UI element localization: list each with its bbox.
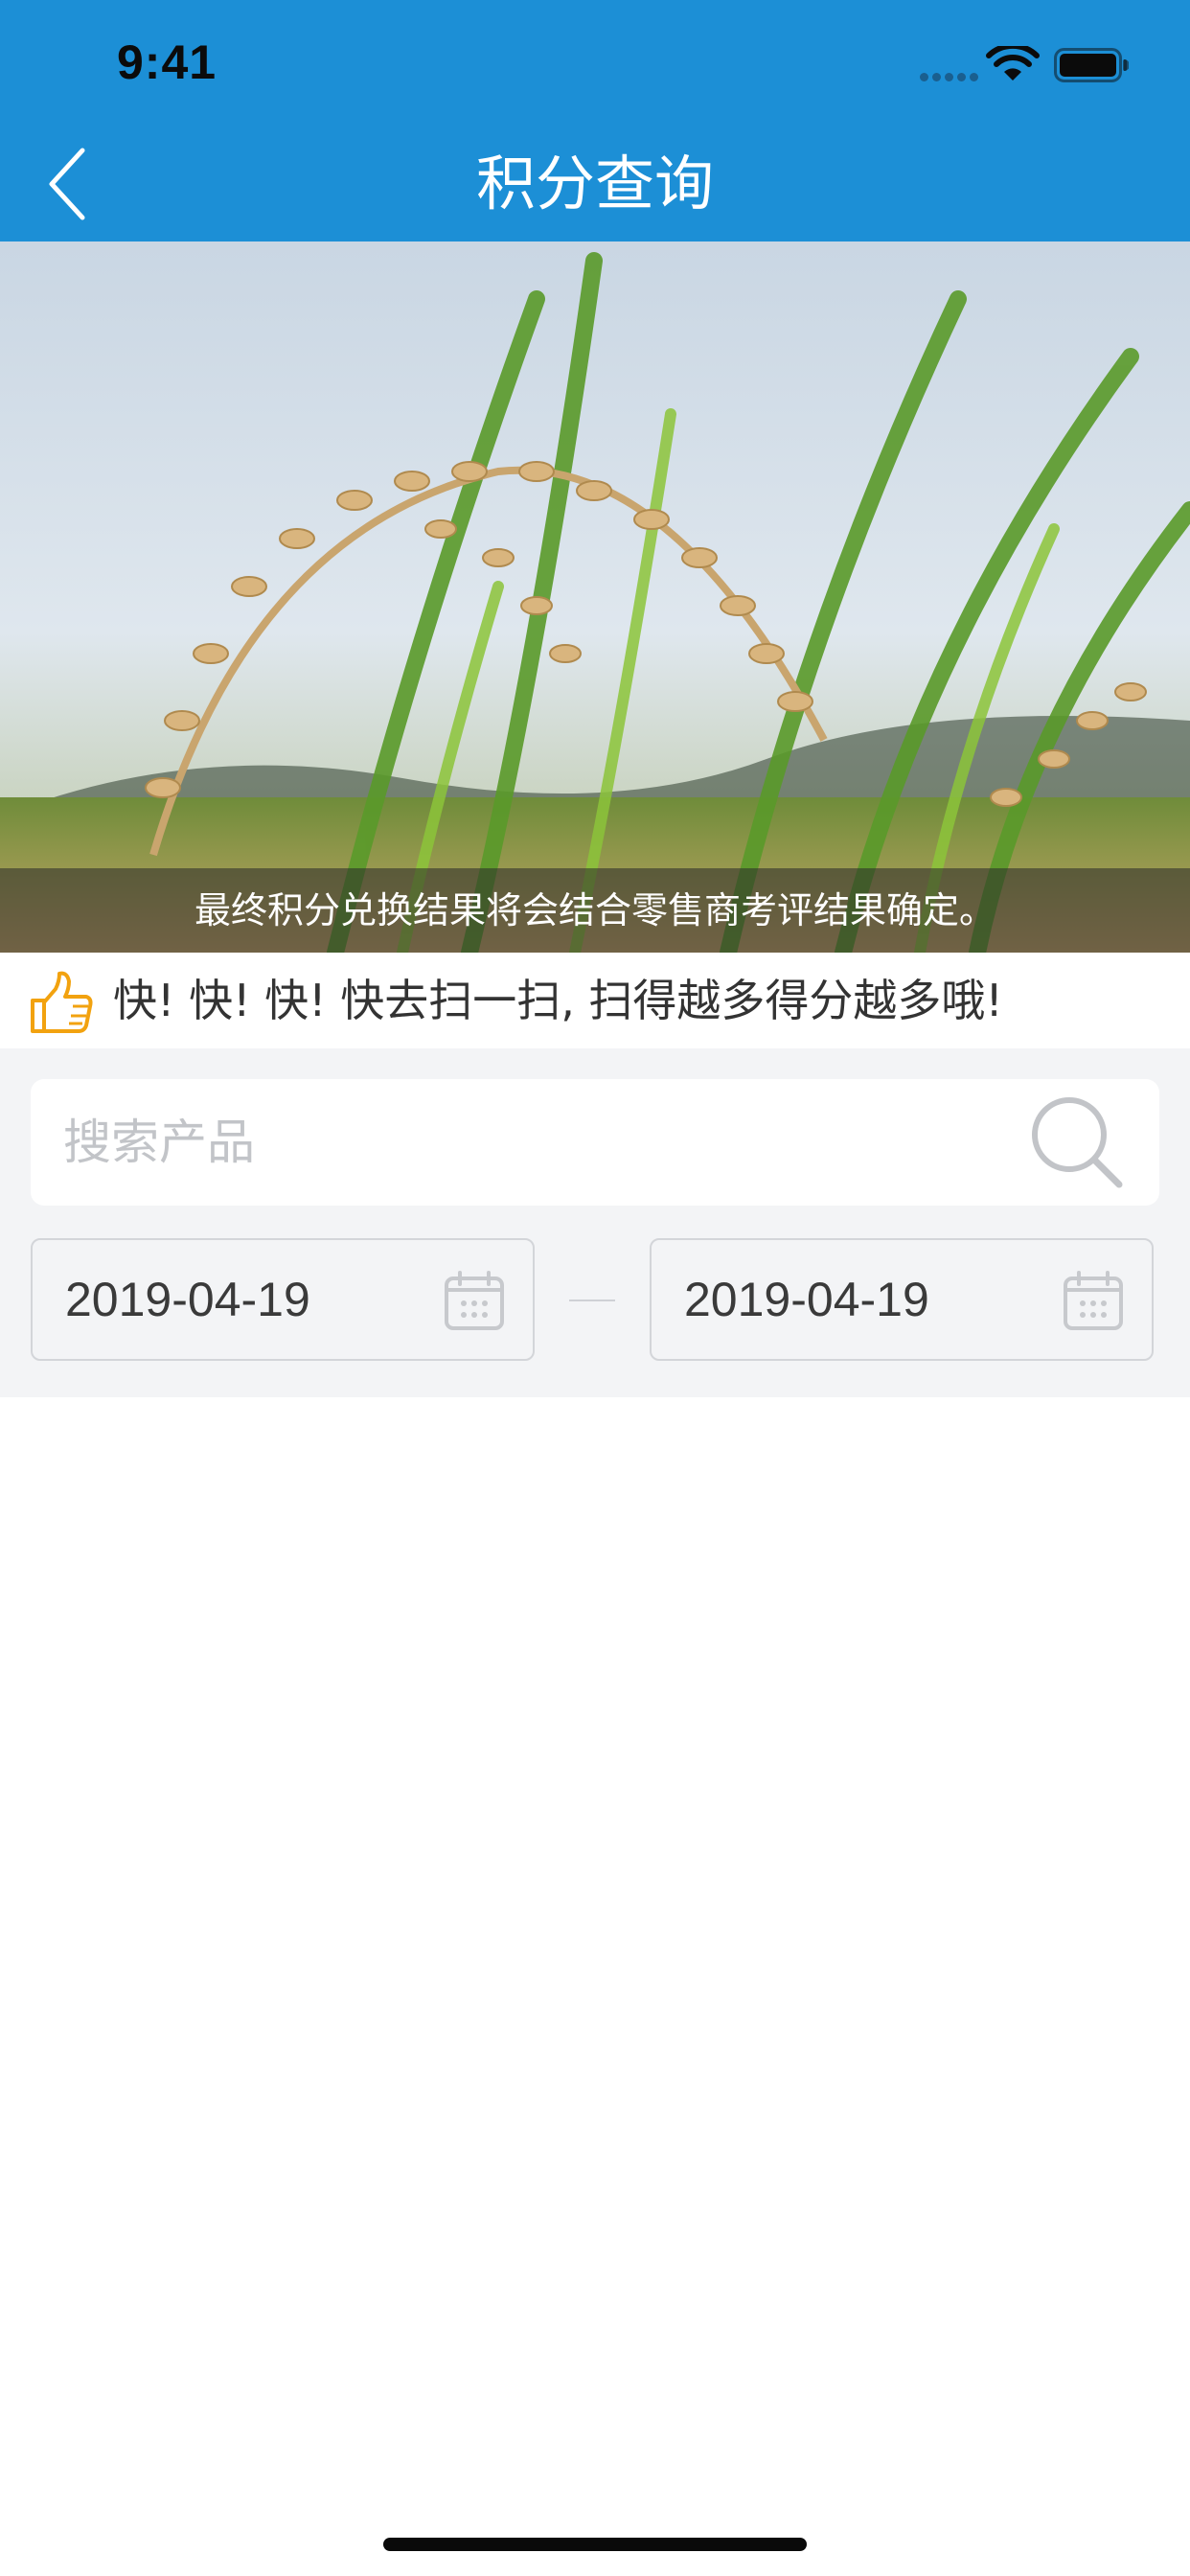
date-range-separator	[569, 1300, 615, 1301]
banner-image: 最终积分兑换结果将会结合零售商考评结果确定。	[0, 242, 1190, 953]
search-bar	[31, 1079, 1159, 1206]
promo-text: 快! 快! 快! 快去扫一扫, 扫得越多得分越多哦!	[113, 975, 1003, 1026]
home-indicator[interactable]	[383, 2538, 807, 2551]
calendar-icon	[1064, 1271, 1123, 1330]
thumbs-up-icon	[31, 971, 93, 1033]
page-title: 积分查询	[475, 149, 714, 218]
end-date-picker[interactable]: 2019-04-19	[650, 1238, 1154, 1361]
status-bar: 9:41	[0, 0, 1190, 126]
search-icon[interactable]	[1027, 1092, 1129, 1194]
end-date-value: 2019-04-19	[684, 1273, 929, 1326]
wifi-icon	[986, 46, 1040, 80]
chevron-left-icon	[49, 148, 85, 220]
status-time: 9:41	[117, 35, 217, 89]
back-button[interactable]	[29, 138, 105, 230]
start-date-picker[interactable]: 2019-04-19	[31, 1238, 535, 1361]
signal-icon	[920, 73, 979, 82]
nav-bar: 积分查询	[0, 126, 1190, 242]
battery-icon	[1054, 48, 1129, 82]
filter-panel: 2019-04-19 2019-04-19	[0, 1048, 1190, 1397]
banner-caption: 最终积分兑换结果将会结合零售商考评结果确定。	[0, 868, 1190, 953]
promo-banner: 快! 快! 快! 快去扫一扫, 扫得越多得分越多哦!	[0, 953, 1190, 1048]
search-input[interactable]	[63, 1079, 1002, 1206]
rice-field-photo	[0, 242, 1190, 953]
start-date-value: 2019-04-19	[65, 1273, 310, 1326]
app-header: 9:41 积分查询	[0, 0, 1190, 242]
calendar-icon	[445, 1271, 504, 1330]
